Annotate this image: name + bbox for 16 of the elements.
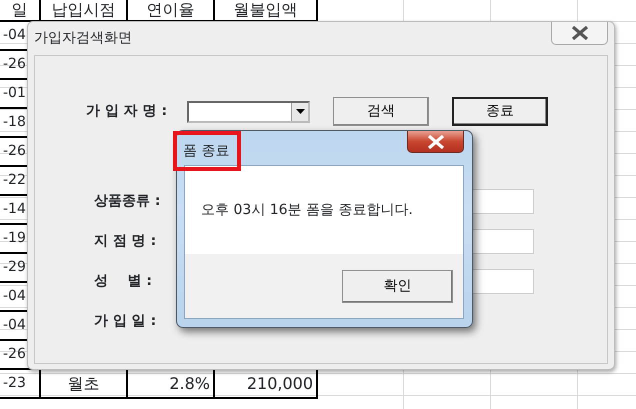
name-dropdown[interactable] bbox=[187, 100, 310, 122]
close-icon bbox=[570, 26, 590, 40]
message-text: 오후 03시 16분 폼을 종료합니다. bbox=[201, 200, 413, 220]
field-label: 가 입 일 : bbox=[94, 312, 156, 330]
field-label: 지 점 명 : bbox=[94, 232, 156, 250]
dialog-button[interactable]: 종료 bbox=[452, 97, 548, 126]
dialog-title: 폼 종료 bbox=[173, 131, 242, 171]
ok-button[interactable]: 확인 bbox=[342, 270, 453, 302]
field-label: 가 입 자 명 : bbox=[86, 102, 168, 121]
caret-icon bbox=[296, 109, 305, 114]
close-button[interactable] bbox=[407, 131, 464, 153]
field-label: 성 별 : bbox=[94, 272, 152, 290]
close-icon bbox=[426, 134, 446, 148]
field-label: 상품종류 : bbox=[94, 192, 160, 210]
dialog-button[interactable]: 검색 bbox=[333, 97, 430, 126]
close-button[interactable] bbox=[551, 22, 608, 45]
